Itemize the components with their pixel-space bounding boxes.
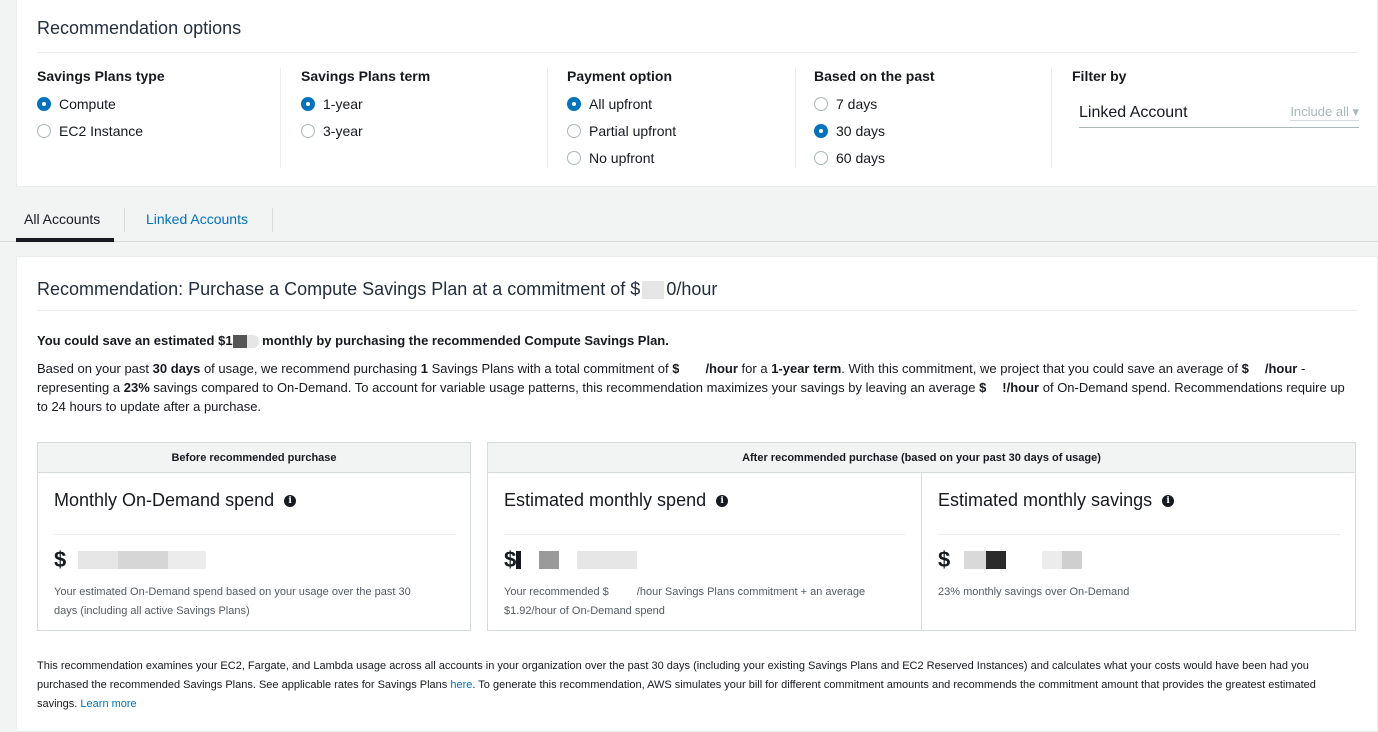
redacted-value (964, 551, 987, 569)
redacted-value (118, 551, 169, 569)
redacted-value (1042, 551, 1063, 569)
redacted-value (577, 551, 638, 569)
recommendation-options-panel: Recommendation options Savings Plans typ… (16, 0, 1378, 187)
redacted-value (608, 587, 637, 598)
redacted-value (539, 551, 560, 569)
redacted-value (642, 281, 665, 300)
metric-note: Your recommended $/hour Savings Plans co… (504, 586, 866, 617)
info-icon[interactable]: i (284, 494, 297, 507)
radio-icon[interactable] (567, 150, 581, 165)
radio-partial-upfront[interactable]: Partial upfront (567, 117, 795, 144)
radio-compute[interactable]: Compute (37, 90, 280, 117)
radio-checked-icon[interactable] (567, 96, 581, 111)
learn-more-link[interactable]: Learn more (80, 698, 136, 710)
metric-value: $ (54, 547, 207, 573)
radio-icon[interactable] (814, 150, 828, 165)
estimated-savings-metric: Estimated monthly savings i $ 23% monthly… (922, 473, 1356, 631)
radio-checked-icon[interactable] (301, 96, 315, 111)
divider (37, 310, 1357, 311)
recommendation-footer: This recommendation examines your EC2, F… (37, 660, 1316, 710)
redacted-value (1248, 363, 1265, 376)
here-link[interactable]: here (450, 679, 472, 691)
recommendation-description: Based on your past 30 days of usage, we … (37, 361, 1345, 414)
group-title: Based on the past (814, 68, 935, 84)
payment-option-group: Payment option All upfront Partial upfro… (567, 68, 796, 168)
redacted-value (168, 551, 207, 569)
radio-3-year[interactable]: 3-year (301, 117, 547, 144)
after-purchase-card: After recommended purchase (based on you… (487, 442, 1356, 631)
group-title: Savings Plans term (301, 68, 431, 84)
card-header: After recommended purchase (based on you… (488, 443, 1355, 473)
metric-note: Your estimated On-Demand spend based on … (54, 586, 411, 617)
panel-title: Recommendation options (37, 18, 242, 38)
radio-7-days[interactable]: 7 days (814, 90, 1051, 117)
tab-separator (272, 208, 273, 232)
redacted-value (246, 335, 259, 349)
radio-1-year[interactable]: 1-year (301, 90, 547, 117)
redacted-value (986, 382, 1003, 395)
tab-all-accounts[interactable]: All Accounts (24, 211, 100, 227)
radio-no-upfront[interactable]: No upfront (567, 144, 795, 171)
radio-icon[interactable] (301, 123, 315, 138)
info-icon[interactable]: i (716, 494, 729, 507)
redacted-value (986, 551, 1007, 569)
metric-value: $ (938, 547, 1083, 573)
estimated-spend-metric: Estimated monthly spend i $ Your recommen… (488, 473, 922, 631)
tab-separator (124, 208, 125, 232)
info-icon[interactable]: i (1162, 494, 1175, 507)
divider (54, 534, 456, 535)
estimated-savings-line: You could save an estimated $1 monthly b… (37, 333, 669, 349)
group-title: Filter by (1072, 68, 1127, 84)
group-title: Payment option (567, 68, 673, 84)
before-purchase-card: Before recommended purchase Monthly On-D… (37, 442, 471, 631)
metric-value: $ (504, 547, 638, 573)
metric-title: Estimated monthly spend i (504, 490, 729, 511)
include-all-select[interactable]: Include all ▾ (1290, 104, 1359, 121)
redacted-value (78, 551, 119, 569)
radio-60-days[interactable]: 60 days (814, 144, 1051, 171)
redacted-value (1062, 551, 1083, 569)
account-tabs: All Accounts Linked Accounts (0, 200, 1378, 242)
radio-icon[interactable] (814, 96, 828, 111)
radio-icon[interactable] (567, 123, 581, 138)
divider (938, 534, 1340, 535)
divider (504, 534, 905, 535)
metric-title: Monthly On-Demand spend i (54, 490, 297, 511)
group-title: Savings Plans type (37, 68, 165, 84)
radio-ec2-instance[interactable]: EC2 Instance (37, 117, 280, 144)
savings-plans-type-group: Savings Plans type Compute EC2 Instance (37, 68, 281, 168)
radio-checked-icon[interactable] (814, 123, 828, 138)
redacted-value (679, 363, 706, 376)
metric-title: Estimated monthly savings i (938, 490, 1175, 511)
recommendation-title: Recommendation: Purchase a Compute Savin… (37, 279, 718, 300)
radio-checked-icon[interactable] (37, 96, 51, 111)
filter-label: Linked Account (1079, 103, 1188, 121)
radio-30-days[interactable]: 30 days (814, 117, 1051, 144)
divider (37, 52, 1357, 53)
on-demand-spend-metric: Monthly On-Demand spend i $ Your estimate… (38, 473, 472, 631)
tab-linked-accounts[interactable]: Linked Accounts (146, 211, 248, 227)
active-tab-indicator (16, 238, 114, 242)
based-on-past-group: Based on the past 7 days 30 days 60 days (814, 68, 1052, 168)
metric-note: 23% monthly savings over On-Demand (938, 586, 1130, 598)
redacted-value (516, 551, 522, 569)
filter-linked-account: Linked Account Include all ▾ (1079, 98, 1359, 128)
radio-all-upfront[interactable]: All upfront (567, 90, 795, 117)
radio-icon[interactable] (37, 123, 51, 138)
card-header: Before recommended purchase (38, 443, 470, 473)
savings-plans-term-group: Savings Plans term 1-year 3-year (301, 68, 548, 168)
redacted-value (232, 335, 247, 349)
recommendation-panel: Recommendation: Purchase a Compute Savin… (16, 256, 1378, 732)
